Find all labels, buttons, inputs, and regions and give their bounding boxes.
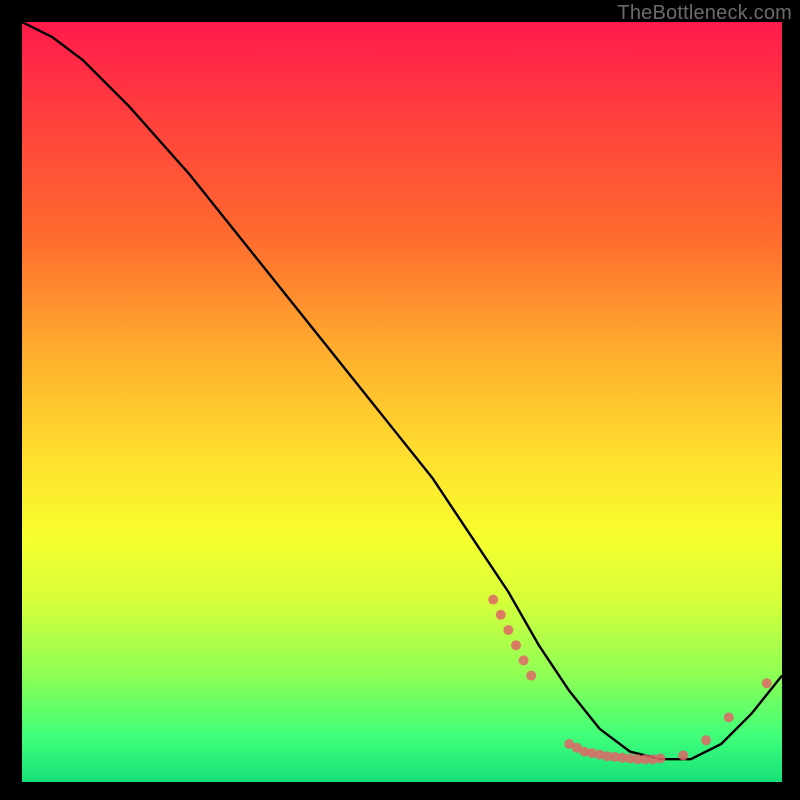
data-point (503, 625, 513, 635)
bottleneck-curve (22, 22, 782, 759)
data-point (678, 750, 688, 760)
data-point (762, 678, 772, 688)
data-point (724, 712, 734, 722)
chart-svg (22, 22, 782, 782)
chart-frame: TheBottleneck.com (0, 0, 800, 800)
data-point (496, 610, 506, 620)
plot-area (22, 22, 782, 782)
data-point (511, 640, 521, 650)
data-point (519, 655, 529, 665)
data-point (701, 735, 711, 745)
data-points (488, 595, 772, 765)
data-point (488, 595, 498, 605)
data-point (526, 671, 536, 681)
data-point (655, 753, 665, 763)
watermark-text: TheBottleneck.com (617, 2, 792, 25)
